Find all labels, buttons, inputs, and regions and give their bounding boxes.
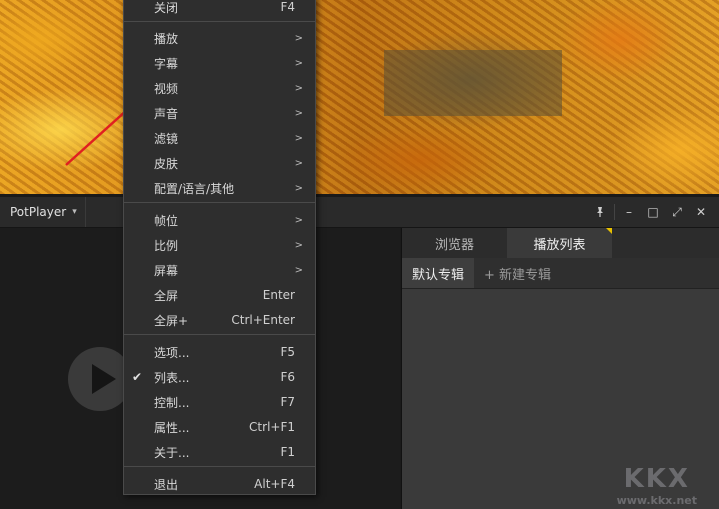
menu-separator	[124, 202, 315, 203]
menu-item-about[interactable]: 关于... F1	[124, 440, 315, 464]
close-icon[interactable]: ✕	[691, 202, 711, 222]
menu-item-control[interactable]: 控制... F7	[124, 390, 315, 414]
menu-item-audio[interactable]: 声音 >	[124, 101, 315, 125]
watermark-logo: KKX	[623, 464, 690, 494]
watermark-url: www.kkx.net	[616, 494, 697, 507]
fullscreen-icon[interactable]: ⤢	[667, 202, 687, 222]
submenu-arrow-icon: >	[294, 182, 303, 194]
menu-item-frame[interactable]: 帧位 >	[124, 208, 315, 232]
album-default[interactable]: 默认专辑	[402, 258, 475, 288]
menu-item-label: 字幕	[154, 56, 179, 71]
submenu-arrow-icon: >	[294, 82, 303, 94]
menu-item-label: 帧位	[154, 213, 179, 228]
menu-item-label: 声音	[154, 106, 179, 121]
menu-item-config[interactable]: 配置/语言/其他 >	[124, 176, 315, 200]
menu-item-shortcut: F1	[280, 445, 295, 459]
menu-item-label: 配置/语言/其他	[154, 181, 235, 196]
minimize-icon[interactable]: –	[619, 202, 639, 222]
menu-item-label: 全屏+	[154, 313, 189, 328]
menu-item-fullscreen-plus[interactable]: 全屏+ Ctrl+Enter	[124, 308, 315, 332]
menu-item-label: 关闭	[154, 0, 179, 15]
menu-item-label: 关于...	[154, 445, 190, 460]
menu-item-shortcut: Ctrl+F1	[249, 420, 295, 434]
menu-item-exit[interactable]: 退出 Alt+F4	[124, 472, 315, 496]
tab-playlist[interactable]: 播放列表	[507, 228, 612, 258]
submenu-arrow-icon: >	[294, 264, 303, 276]
watermark: KKX www.kkx.net	[617, 464, 697, 507]
menu-item-subtitle[interactable]: 字幕 >	[124, 51, 315, 75]
app-menu-button[interactable]: PotPlayer ▾	[0, 197, 86, 227]
menu-item-ratio[interactable]: 比例 >	[124, 233, 315, 257]
menu-item-label: 视频	[154, 81, 179, 96]
menu-item-video[interactable]: 视频 >	[124, 76, 315, 100]
check-icon: ✔	[132, 370, 143, 384]
submenu-arrow-icon: >	[294, 214, 303, 226]
submenu-arrow-icon: >	[294, 107, 303, 119]
title-bar: PotPlayer ▾ – □ ⤢ ✕	[0, 197, 719, 228]
chevron-down-icon: ▾	[72, 207, 77, 217]
app-name: PotPlayer	[10, 205, 67, 219]
menu-item-label: 属性...	[154, 420, 190, 435]
submenu-arrow-icon: >	[294, 239, 303, 251]
submenu-arrow-icon: >	[294, 132, 303, 144]
menu-item-skin[interactable]: 皮肤 >	[124, 151, 315, 175]
menu-item-label: 退出	[154, 477, 179, 492]
new-album-button[interactable]: + 新建专辑	[474, 258, 561, 288]
menu-item-label: 选项...	[154, 345, 190, 360]
menu-item-filter[interactable]: 滤镜 >	[124, 126, 315, 150]
menu-item-label: 控制...	[154, 395, 190, 410]
divider	[614, 204, 615, 220]
menu-item-label: 比例	[154, 238, 179, 253]
context-menu: 关闭 F4 播放 > 字幕 > 视频 > 声音 > 滤镜 > 皮肤 > 配置/语…	[123, 0, 316, 495]
menu-item-shortcut: Ctrl+Enter	[231, 313, 295, 327]
album-bar: 默认专辑 + 新建专辑	[402, 258, 719, 289]
menu-item-label: 全屏	[154, 288, 179, 303]
menu-item-screen[interactable]: 屏幕 >	[124, 258, 315, 282]
window-controls: – □ ⤢ ✕	[590, 197, 711, 227]
tab-browser[interactable]: 浏览器	[402, 228, 507, 258]
submenu-arrow-icon: >	[294, 157, 303, 169]
menu-item-play[interactable]: 播放 >	[124, 26, 315, 50]
menu-item-label: 滤镜	[154, 131, 179, 146]
menu-item-fullscreen[interactable]: 全屏 Enter	[124, 283, 315, 307]
maximize-icon[interactable]: □	[643, 202, 663, 222]
menu-item-label: 播放	[154, 31, 179, 46]
menu-item-shortcut: F6	[280, 370, 295, 384]
menu-item-shortcut: Enter	[262, 288, 295, 302]
menu-item-shortcut: F5	[280, 345, 295, 359]
menu-item-label: 屏幕	[154, 263, 179, 278]
menu-item-close[interactable]: 关闭 F4	[124, 0, 315, 19]
menu-item-shortcut: Alt+F4	[254, 477, 295, 491]
menu-item-playlist[interactable]: ✔ 列表... F6	[124, 365, 315, 389]
menu-item-properties[interactable]: 属性... Ctrl+F1	[124, 415, 315, 439]
panel-tabs: 浏览器 播放列表	[402, 228, 719, 258]
menu-separator	[124, 466, 315, 467]
submenu-arrow-icon: >	[294, 32, 303, 44]
menu-item-label: 列表...	[154, 370, 190, 385]
menu-item-options[interactable]: 选项... F5	[124, 340, 315, 364]
pin-icon[interactable]	[590, 202, 610, 222]
menu-item-label: 皮肤	[154, 156, 179, 171]
video-overlay-region	[384, 50, 562, 116]
menu-item-shortcut: F4	[280, 0, 295, 14]
menu-item-shortcut: F7	[280, 395, 295, 409]
menu-separator	[124, 334, 315, 335]
submenu-arrow-icon: >	[294, 57, 303, 69]
menu-separator	[124, 21, 315, 22]
